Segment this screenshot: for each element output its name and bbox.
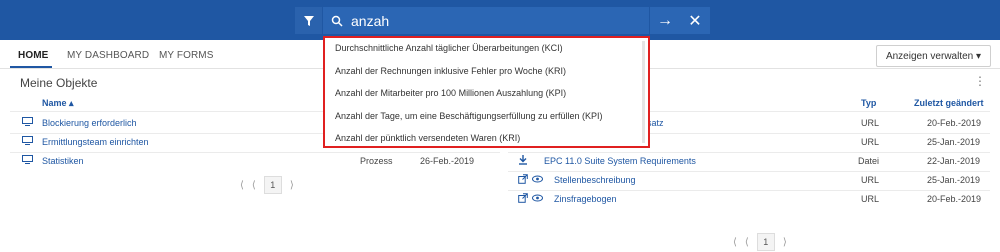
row-date: 20-Feb.-2019 — [927, 194, 982, 204]
table-row[interactable]: Statistiken Prozess 26-Feb.-2019 — [10, 152, 500, 171]
search-clear-button[interactable]: ✕ — [680, 7, 710, 34]
download-icon[interactable] — [518, 155, 528, 167]
row-name-link[interactable]: Zinsfragebogen — [554, 194, 617, 204]
column-header-name[interactable]: Name ▴ — [42, 98, 74, 109]
row-date: 25-Jan.-2019 — [927, 175, 981, 185]
search-icon — [323, 15, 351, 27]
tab-my-dashboard[interactable]: MY DASHBOARD — [67, 50, 149, 61]
prev-page-icon[interactable]: ⟨ — [252, 180, 256, 191]
suggestion-item[interactable]: Anzahl der Rechnungen inklusive Fehler p… — [335, 66, 566, 76]
next-page-icon[interactable]: ⟩ — [290, 180, 294, 191]
search-suggestions-dropdown: Durchschnittliche Anzahl täglicher Übera… — [323, 36, 650, 148]
table-row[interactable]: Stellenbeschreibung URL 25-Jan.-2019 — [508, 171, 990, 190]
row-name-link[interactable]: EPC 11.0 Suite System Requirements — [544, 156, 696, 166]
suggestion-item[interactable]: Durchschnittliche Anzahl täglicher Übera… — [335, 43, 563, 53]
row-name-link[interactable]: Statistiken — [42, 156, 84, 166]
monitor-icon — [22, 117, 33, 126]
row-date: 25-Jan.-2019 — [927, 137, 981, 147]
external-link-icon[interactable] — [518, 174, 528, 186]
row-type: Prozess — [360, 156, 393, 166]
row-type: URL — [861, 137, 880, 147]
table-row[interactable]: Zinsfragebogen URL 20-Feb.-2019 — [508, 190, 990, 209]
section-title: Meine Objekte — [20, 76, 98, 90]
more-options-icon[interactable]: ⋮ — [974, 74, 986, 88]
arrow-right-icon: → — [657, 11, 673, 29]
filter-icon — [303, 15, 314, 26]
prev-page-icon[interactable]: ⟨ — [745, 237, 749, 248]
tab-home[interactable]: HOME — [18, 50, 48, 61]
manage-views-button[interactable]: Anzeigen verwalten ▾ — [876, 45, 991, 67]
search-box[interactable] — [323, 7, 649, 34]
monitor-icon — [22, 136, 33, 145]
search-submit-button[interactable]: → — [650, 7, 680, 34]
first-page-icon[interactable]: ⟨ — [240, 180, 244, 191]
row-type: Datei — [858, 156, 880, 166]
row-type: URL — [861, 175, 880, 185]
row-name-link[interactable]: Blockierung erforderlich — [42, 118, 137, 128]
row-date: 20-Feb.-2019 — [927, 118, 982, 128]
filter-button[interactable] — [295, 7, 322, 34]
row-date: 22-Jan.-2019 — [927, 156, 981, 166]
row-type: URL — [861, 118, 880, 128]
row-type: URL — [861, 194, 880, 204]
column-header-type[interactable]: Typ — [861, 98, 876, 108]
eye-icon[interactable] — [532, 193, 543, 205]
dropdown-scrollbar[interactable] — [642, 41, 645, 143]
row-name-link[interactable]: Stellenbeschreibung — [554, 175, 636, 185]
page-number[interactable]: 1 — [756, 233, 775, 251]
eye-icon[interactable] — [532, 174, 543, 186]
suggestion-item[interactable]: Anzahl der Mitarbeiter pro 100 Millionen… — [335, 88, 566, 98]
right-pager: ⟨ ⟨ 1 ⟩ — [733, 233, 787, 251]
close-icon: ✕ — [688, 12, 702, 30]
monitor-icon — [22, 155, 33, 164]
page-number[interactable]: 1 — [263, 176, 282, 194]
row-date: 26-Feb.-2019 — [420, 156, 475, 166]
tab-my-forms[interactable]: MY FORMS — [159, 50, 214, 61]
suggestion-item[interactable]: Anzahl der Tage, um eine Beschäftigungse… — [335, 111, 603, 121]
table-row[interactable]: EPC 11.0 Suite System Requirements Datei… — [508, 152, 990, 171]
first-page-icon[interactable]: ⟨ — [733, 237, 737, 248]
top-bar: → ✕ — [0, 0, 1000, 40]
row-name-link[interactable]: Ermittlungsteam einrichten — [42, 137, 149, 147]
suggestion-item[interactable]: Anzahl der pünktlich versendeten Waren (… — [335, 133, 520, 143]
external-link-icon[interactable] — [518, 193, 528, 205]
column-header-modified[interactable]: Zuletzt geändert — [914, 98, 984, 108]
search-input[interactable] — [351, 12, 631, 29]
left-pager: ⟨ ⟨ 1 ⟩ — [240, 176, 294, 194]
next-page-icon[interactable]: ⟩ — [783, 237, 787, 248]
